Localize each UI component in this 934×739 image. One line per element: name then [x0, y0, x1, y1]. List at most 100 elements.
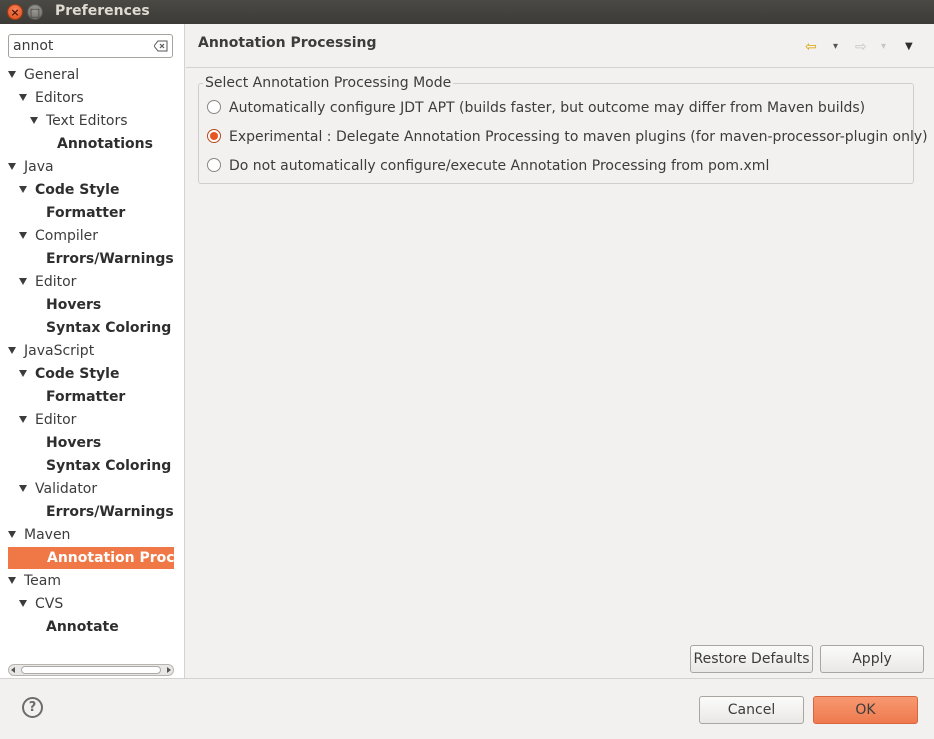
- page-title: Annotation Processing: [198, 35, 377, 51]
- tree-item[interactable]: Validator: [19, 478, 97, 500]
- back-arrow-icon[interactable]: ⇦: [805, 38, 817, 56]
- tree-item-label: Maven: [24, 527, 71, 543]
- expand-arrow-icon[interactable]: [19, 278, 27, 285]
- view-menu-icon[interactable]: ▼: [905, 38, 913, 56]
- mode-option[interactable]: Do not automatically configure/execute A…: [207, 156, 769, 176]
- tree-item[interactable]: Editor: [19, 409, 76, 431]
- apply-button[interactable]: Apply: [820, 645, 924, 673]
- mode-group-label: Select Annotation Processing Mode: [203, 75, 454, 91]
- tree-item[interactable]: General: [8, 64, 79, 86]
- help-icon[interactable]: ?: [22, 697, 43, 718]
- tree-item[interactable]: Annotation Processing: [8, 547, 174, 569]
- tree-item[interactable]: Hovers: [46, 294, 101, 316]
- tree-item[interactable]: Maven: [8, 524, 70, 546]
- preference-tree-pane: GeneralEditorsText EditorsAnnotationsJav…: [0, 24, 185, 678]
- expand-arrow-icon[interactable]: [19, 94, 27, 101]
- tree-item-label: Editor: [35, 412, 77, 428]
- tree-item[interactable]: Editor: [19, 271, 76, 293]
- tree-item[interactable]: Editors: [19, 87, 84, 109]
- tree-item[interactable]: Java: [8, 156, 54, 178]
- preferences-dialog: GeneralEditorsText EditorsAnnotationsJav…: [0, 24, 934, 739]
- radio-button[interactable]: [207, 129, 221, 143]
- footer-divider: [0, 678, 934, 679]
- tree-item[interactable]: Code Style: [19, 179, 119, 201]
- expand-arrow-icon[interactable]: [19, 186, 27, 193]
- expand-arrow-icon[interactable]: [8, 347, 16, 354]
- tree-item[interactable]: Errors/Warnings: [46, 248, 174, 270]
- tree-item-label: Hovers: [46, 297, 102, 313]
- tree-item-label: Errors/Warnings: [46, 504, 174, 520]
- tree-item-label: Annotation Processing: [47, 550, 174, 566]
- expand-arrow-icon[interactable]: [8, 71, 16, 78]
- mode-option[interactable]: Automatically configure JDT APT (builds …: [207, 98, 865, 118]
- tree-item-label: Annotations: [57, 136, 153, 152]
- filter-input[interactable]: [13, 37, 148, 55]
- expand-arrow-icon[interactable]: [19, 485, 27, 492]
- tree-item-label: CVS: [35, 596, 64, 612]
- tree-item-label: Hovers: [46, 435, 102, 451]
- expand-arrow-icon[interactable]: [8, 531, 16, 538]
- radio-button[interactable]: [207, 158, 221, 172]
- tree-item-label: Validator: [35, 481, 98, 497]
- mode-option-label: Do not automatically configure/execute A…: [229, 158, 770, 174]
- tree-item-label: Team: [24, 573, 62, 589]
- tree-item[interactable]: Errors/Warnings: [46, 501, 174, 523]
- tree-item[interactable]: Hovers: [46, 432, 101, 454]
- tree-item[interactable]: JavaScript: [8, 340, 94, 362]
- expand-arrow-icon[interactable]: [19, 600, 27, 607]
- filter-field[interactable]: [8, 34, 173, 58]
- scrollbar-thumb[interactable]: [21, 666, 161, 674]
- tree-item-label: Errors/Warnings: [46, 251, 174, 267]
- scroll-right-icon[interactable]: [167, 667, 171, 673]
- tree-item[interactable]: Text Editors: [30, 110, 128, 132]
- mode-option[interactable]: Experimental : Delegate Annotation Proce…: [207, 127, 928, 147]
- restore-defaults-button[interactable]: Restore Defaults: [690, 645, 813, 673]
- expand-arrow-icon[interactable]: [30, 117, 38, 124]
- page-navigation: ⇦ ▾ ⇨ ▾ ▼: [805, 38, 920, 56]
- back-dropdown-icon[interactable]: ▾: [833, 38, 838, 56]
- tree-item[interactable]: Annotations: [57, 133, 153, 155]
- tree-item-label: Editor: [35, 274, 77, 290]
- expand-arrow-icon[interactable]: [19, 370, 27, 377]
- scroll-left-icon[interactable]: [11, 667, 15, 673]
- radio-button[interactable]: [207, 100, 221, 114]
- tree-item-label: Code Style: [35, 182, 120, 198]
- tree-item[interactable]: Formatter: [46, 386, 125, 408]
- forward-dropdown-icon[interactable]: ▾: [881, 38, 886, 56]
- tree-item-label: Annotate: [46, 619, 119, 635]
- clear-icon[interactable]: [154, 40, 168, 52]
- tree-item[interactable]: Team: [8, 570, 61, 592]
- mode-option-label: Experimental : Delegate Annotation Proce…: [229, 129, 928, 145]
- expand-arrow-icon[interactable]: [19, 232, 27, 239]
- tree-item[interactable]: Syntax Coloring: [46, 455, 171, 477]
- tree-item-label: Editors: [35, 90, 84, 106]
- expand-arrow-icon[interactable]: [19, 416, 27, 423]
- tree-item-label: General: [24, 67, 80, 83]
- tree-item[interactable]: Compiler: [19, 225, 98, 247]
- forward-arrow-icon[interactable]: ⇨: [855, 38, 867, 56]
- expand-arrow-icon[interactable]: [8, 163, 16, 170]
- tree-item[interactable]: CVS: [19, 593, 63, 615]
- tree-item-label: Syntax Coloring: [46, 458, 172, 474]
- window-title: Preferences: [55, 3, 150, 19]
- tree-item-label: Syntax Coloring: [46, 320, 172, 336]
- window-minimize-button[interactable]: □: [27, 4, 43, 20]
- mode-option-label: Automatically configure JDT APT (builds …: [229, 100, 866, 116]
- tree-item-label: Formatter: [46, 389, 126, 405]
- tree-item[interactable]: Code Style: [19, 363, 119, 385]
- tree-item-label: Java: [24, 159, 54, 175]
- expand-arrow-icon[interactable]: [8, 577, 16, 584]
- tree-item-label: Text Editors: [46, 113, 128, 129]
- tree-item-label: Code Style: [35, 366, 120, 382]
- tree-item[interactable]: Annotate: [46, 616, 119, 638]
- tree-item[interactable]: Formatter: [46, 202, 125, 224]
- title-bar: × □ Preferences: [0, 0, 934, 24]
- tree-item[interactable]: Syntax Coloring: [46, 317, 171, 339]
- tree-item-label: Compiler: [35, 228, 99, 244]
- tree-item-label: Formatter: [46, 205, 126, 221]
- ok-button[interactable]: OK: [813, 696, 918, 724]
- horizontal-scrollbar[interactable]: [8, 664, 174, 676]
- window-close-button[interactable]: ×: [7, 4, 23, 20]
- tree-item-label: JavaScript: [24, 343, 95, 359]
- cancel-button[interactable]: Cancel: [699, 696, 804, 724]
